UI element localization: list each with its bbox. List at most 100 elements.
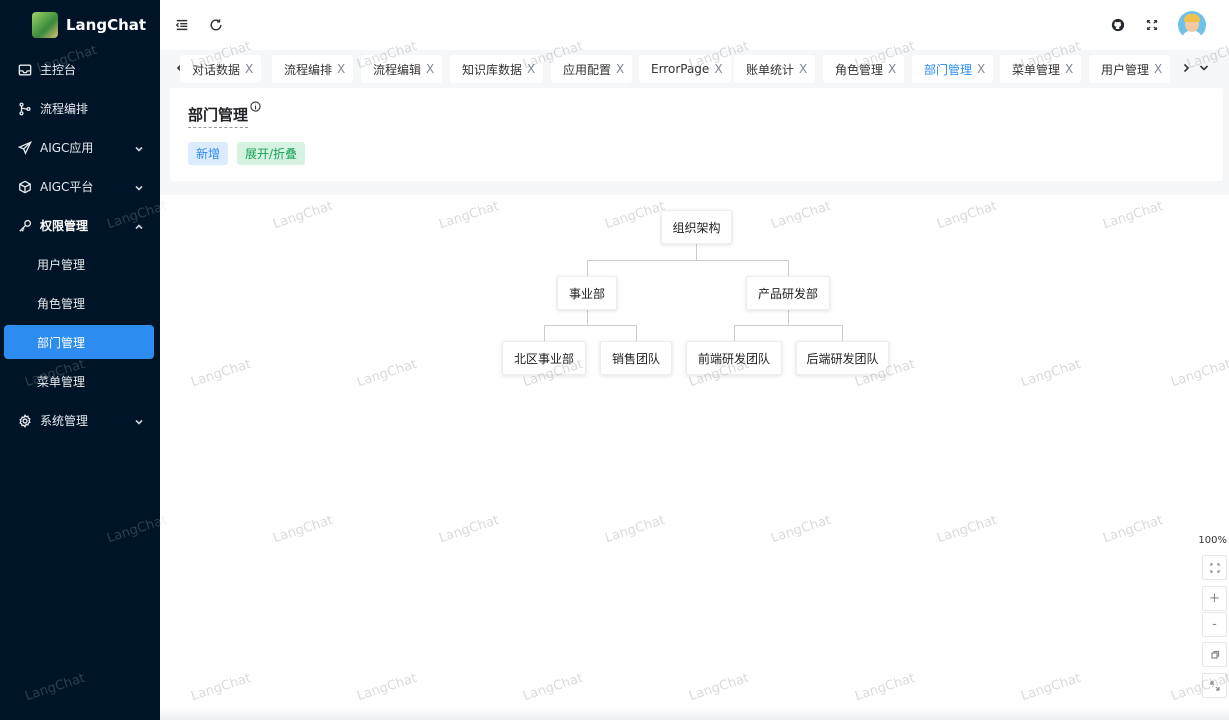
zoom-level: 100% [1198, 535, 1227, 546]
tab-label: 知识库数据 [462, 62, 523, 77]
close-icon[interactable]: X [1154, 62, 1162, 76]
zoom-out-button[interactable]: - [1202, 612, 1227, 637]
chevron-up-icon [134, 221, 144, 231]
sidebar-item-permissions[interactable]: 权限管理 [0, 206, 160, 245]
org-node-business[interactable]: 事业部 [557, 276, 617, 310]
info-icon[interactable] [250, 101, 261, 112]
reset-view-icon[interactable] [1202, 642, 1227, 667]
gear-icon [18, 413, 32, 428]
github-icon[interactable] [1110, 17, 1126, 33]
tab-menu-management[interactable]: 菜单管理 X [1000, 55, 1082, 83]
tabs-bar: 对话数据 X 流程编排 X 流程编辑 X 知识库数据 X 应用配置 X ErrorPage… [160, 50, 1229, 88]
header-actions [1110, 0, 1229, 50]
cube-icon [18, 180, 32, 194]
tab-label: 菜单管理 [1012, 62, 1061, 77]
inbox-icon [18, 63, 32, 77]
tab-app-config[interactable]: 应用配置 X [551, 55, 633, 83]
user-avatar[interactable] [1178, 11, 1206, 39]
org-node-frontend-team[interactable]: 前端研发团队 [686, 341, 782, 375]
sidebar-item-label: 权限管理 [40, 219, 89, 233]
sidebar-item-label: 主控台 [40, 63, 77, 77]
expand-view-icon[interactable] [1202, 673, 1227, 698]
sidebar-item-aigc-platform[interactable]: AIGC平台 [0, 167, 160, 206]
close-icon[interactable]: X [426, 62, 434, 76]
org-node-backend-team[interactable]: 后端研发团队 [796, 341, 889, 375]
tab-user-management[interactable]: 用户管理 X [1089, 55, 1171, 83]
app-name: LangChat [66, 16, 147, 34]
sidebar-sub-item-users[interactable]: 用户管理 [0, 245, 160, 284]
tab-knowledge-data[interactable]: 知识库数据 X [450, 55, 544, 83]
tab-label: 部门管理 [924, 62, 973, 77]
close-icon[interactable]: X [1065, 62, 1073, 76]
sidebar-item-system[interactable]: 系统管理 [0, 401, 160, 440]
key-icon [18, 219, 32, 233]
close-icon[interactable]: X [799, 62, 807, 76]
close-icon[interactable]: X [888, 62, 896, 76]
sidebar-sub-item-menus[interactable]: 菜单管理 [0, 362, 160, 401]
org-connector [587, 260, 588, 276]
sidebar-sub-item-departments[interactable]: 部门管理 [4, 325, 154, 359]
chevron-down-icon[interactable] [1198, 60, 1210, 76]
sidebar: LangChat 主控台 流程编排 AIGC应用 AIGC平台 权限管理 用户管… [0, 0, 160, 720]
org-node-north-business[interactable]: 北区事业部 [502, 341, 586, 375]
sidebar-item-label: AIGC平台 [40, 180, 94, 194]
org-connector [544, 325, 637, 326]
zoom-in-button[interactable]: + [1202, 586, 1227, 611]
org-connector [544, 325, 545, 341]
page-header-card: 部门管理 新增 展开/折叠 [170, 88, 1223, 181]
close-icon[interactable]: X [616, 62, 624, 76]
send-icon [18, 140, 32, 155]
org-connector [788, 309, 789, 325]
org-connector [587, 260, 789, 261]
refresh-icon[interactable] [207, 16, 225, 34]
fit-view-icon[interactable] [1202, 555, 1227, 580]
sidebar-item-label: AIGC应用 [40, 141, 94, 155]
expand-collapse-button[interactable]: 展开/折叠 [237, 142, 306, 165]
sidebar-sub-item-roles[interactable]: 角色管理 [0, 284, 160, 323]
close-icon[interactable]: X [245, 62, 253, 76]
sidebar-item-dashboard[interactable]: 主控台 [0, 50, 160, 89]
branch-icon [18, 102, 32, 116]
sidebar-item-flow[interactable]: 流程编排 [0, 89, 160, 128]
close-icon[interactable]: X [337, 62, 345, 76]
org-connector [734, 325, 735, 341]
close-icon[interactable]: X [527, 62, 535, 76]
menu-collapse-icon[interactable] [173, 16, 191, 34]
org-connector [788, 260, 789, 276]
org-connector [636, 325, 637, 341]
tab-billing-stats[interactable]: 账单统计 X [734, 55, 816, 83]
org-connector [734, 325, 843, 326]
tab-flow-edit[interactable]: 流程编辑 X [361, 55, 443, 83]
org-node-sales-team[interactable]: 销售团队 [600, 341, 672, 375]
app-logo[interactable]: LangChat [0, 0, 160, 50]
tab-chat-data[interactable]: 对话数据 X [180, 55, 262, 83]
tab-role-management[interactable]: 角色管理 X [823, 55, 905, 83]
org-node-product-rd[interactable]: 产品研发部 [746, 276, 830, 310]
sidebar-item-aigc-app[interactable]: AIGC应用 [0, 128, 160, 167]
tab-label: 流程编辑 [373, 62, 422, 77]
close-icon[interactable]: X [977, 62, 985, 76]
tab-error-page[interactable]: ErrorPage X [639, 55, 731, 83]
org-connector [696, 244, 697, 260]
org-chart-panel: 组织架构 事业部 产品研发部 北区事业部 销售团队 前端研发团队 后端研发团队 … [160, 195, 1229, 720]
add-button[interactable]: 新增 [188, 142, 229, 165]
fullscreen-icon[interactable] [1144, 17, 1160, 33]
org-connector [587, 309, 588, 325]
tab-flow-orchestration[interactable]: 流程编排 X [272, 55, 354, 83]
tab-label: 对话数据 [192, 62, 241, 77]
chevron-down-icon [134, 143, 144, 153]
org-node-root[interactable]: 组织架构 [661, 210, 732, 244]
org-connector [842, 325, 843, 341]
tab-department-management[interactable]: 部门管理 X [912, 55, 994, 83]
tab-label: ErrorPage [651, 62, 710, 76]
sidebar-item-label: 系统管理 [40, 414, 89, 428]
logo-icon [32, 12, 58, 38]
sidebar-menu: 主控台 流程编排 AIGC应用 AIGC平台 权限管理 用户管理 角色管理 部门… [0, 50, 160, 440]
chevron-right-icon[interactable] [1180, 60, 1192, 76]
tab-label: 用户管理 [1101, 62, 1150, 77]
close-icon[interactable]: X [714, 62, 722, 76]
tab-label: 流程编排 [284, 62, 333, 77]
tab-label: 角色管理 [835, 62, 884, 77]
chevron-down-icon [134, 416, 144, 426]
tab-label: 应用配置 [563, 62, 612, 77]
